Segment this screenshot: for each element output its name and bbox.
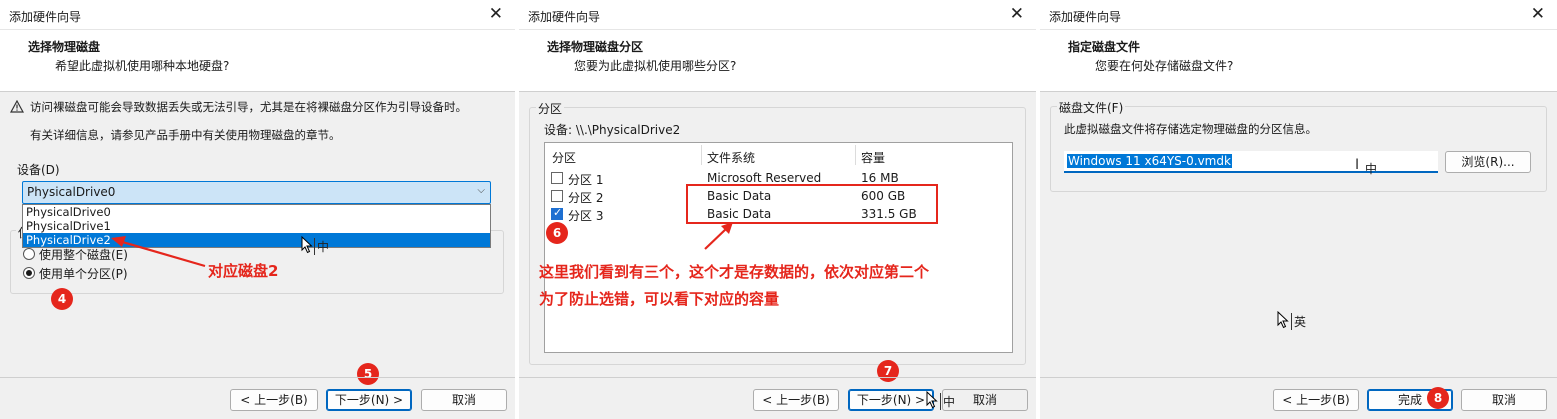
partition-name: 分区 1 (568, 173, 604, 187)
info-text: 有关详细信息，请参见产品手册中有关使用物理磁盘的章节。 (30, 128, 341, 142)
title-bar: 添加硬件向导 ✕ (519, 0, 1036, 30)
close-icon[interactable]: ✕ (489, 4, 503, 24)
footer-divider (0, 377, 515, 378)
column-header-partition[interactable]: 分区 (552, 149, 576, 166)
disk-file-groupbox (1050, 106, 1547, 192)
header-subtitle: 您要在何处存储磁盘文件? (1095, 59, 1234, 73)
mouse-cursor-icon (1277, 311, 1289, 329)
mouse-cursor-icon (926, 391, 938, 409)
mouse-cursor-icon (301, 236, 313, 254)
column-header-capacity[interactable]: 容量 (861, 149, 885, 166)
column-divider (855, 145, 856, 165)
step-badge-5: 5 (357, 363, 379, 385)
annotation-text: 对应磁盘2 (208, 262, 279, 280)
warning-text: 访问裸磁盘可能会导致数据丢失或无法引导，尤其是在将裸磁盘分区作为引导设备时。 (30, 100, 467, 114)
cancel-button[interactable]: 取消 (421, 389, 507, 411)
back-button[interactable]: < 上一步(B) (230, 389, 318, 411)
warning-icon (10, 100, 24, 113)
column-header-filesystem[interactable]: 文件系统 (707, 149, 755, 166)
window-title: 添加硬件向导 (1049, 10, 1122, 24)
chevron-down-icon: ⌵ (477, 185, 485, 196)
footer-divider (519, 377, 1036, 378)
device-select[interactable]: PhysicalDrive0 ⌵ (22, 181, 491, 204)
header-subtitle: 希望此虚拟机使用哪种本地硬盘? (55, 59, 230, 73)
partition-name: 分区 3 (568, 209, 604, 223)
wizard-header: 选择物理磁盘分区 您要为此虚拟机使用哪些分区? (519, 30, 1036, 92)
wizard-header: 指定磁盘文件 您要在何处存储磁盘文件? (1040, 30, 1557, 92)
partition-name: 分区 2 (568, 191, 604, 205)
disk-file-input-value: Windows 11 x64YS-0.vmdk (1067, 154, 1232, 168)
disk-file-description: 此虚拟磁盘文件将存储选定物理磁盘的分区信息。 (1064, 122, 1317, 136)
device-option[interactable]: PhysicalDrive0 (23, 205, 490, 219)
partition-fs: Microsoft Reserved (707, 171, 822, 185)
step-badge-7: 7 (877, 360, 899, 382)
device-option-selected[interactable]: PhysicalDrive2 (23, 233, 490, 247)
radio-whole-disk[interactable] (23, 248, 35, 260)
device-label: 设备(D) (17, 163, 60, 177)
column-divider (701, 145, 702, 165)
wizard-header: 选择物理磁盘 希望此虚拟机使用哪种本地硬盘? (0, 30, 515, 92)
header-title: 指定磁盘文件 (1068, 40, 1141, 54)
close-icon[interactable]: ✕ (1010, 4, 1024, 24)
window-title: 添加硬件向导 (9, 10, 82, 24)
close-icon[interactable]: ✕ (1531, 4, 1545, 24)
device-select-value: PhysicalDrive0 (27, 185, 116, 199)
header-subtitle: 您要为此虚拟机使用哪些分区? (574, 59, 737, 73)
back-button[interactable]: < 上一步(B) (1273, 389, 1359, 411)
annotation-arrow-icon (111, 236, 206, 268)
header-title: 选择物理磁盘分区 (547, 40, 644, 54)
wizard-window-disk-file: 添加硬件向导 ✕ 指定磁盘文件 您要在何处存储磁盘文件? 磁盘文件(F) 此虚拟… (1040, 0, 1557, 419)
wizard-window-physical-disk: 添加硬件向导 ✕ 选择物理磁盘 希望此虚拟机使用哪种本地硬盘? 访问裸磁盘可能会… (0, 0, 515, 419)
partition-checkbox[interactable] (551, 172, 563, 184)
disk-file-group-label: 磁盘文件(F) (1057, 99, 1126, 116)
radio-single-partition[interactable] (23, 267, 35, 279)
partition-group-label: 分区 (536, 100, 565, 117)
device-option[interactable]: PhysicalDrive1 (23, 219, 490, 233)
window-title: 添加硬件向导 (528, 10, 601, 24)
wizard-window-partition: 添加硬件向导 ✕ 选择物理磁盘分区 您要为此虚拟机使用哪些分区? 分区 设备: … (519, 0, 1036, 419)
annotation-text-line1: 这里我们看到有三个，这个才是存数据的，依次对应第二个 (539, 263, 930, 281)
ime-indicator: 中 (1365, 162, 1378, 176)
next-button[interactable]: 下一步(N) > (326, 389, 412, 411)
partition-size: 16 MB (861, 171, 899, 185)
partition-table: 分区 文件系统 容量 分区 1 Microsoft Reserved 16 MB… (544, 142, 1013, 353)
ime-indicator: 中 (314, 238, 329, 255)
ime-indicator-english: 英 (1291, 313, 1306, 330)
title-bar: 添加硬件向导 ✕ (1040, 0, 1557, 30)
cancel-button[interactable]: 取消 (1461, 389, 1547, 411)
annotation-text-line2: 为了防止选错，可以看下对应的容量 (539, 290, 780, 308)
step-badge-6: 6 (546, 222, 568, 244)
annotation-highlight-box (686, 184, 938, 224)
header-title: 选择物理磁盘 (28, 40, 101, 54)
back-button[interactable]: < 上一步(B) (753, 389, 839, 411)
table-header: 分区 文件系统 容量 (545, 143, 1012, 167)
footer-divider (1040, 377, 1557, 378)
step-badge-8: 8 (1427, 387, 1449, 409)
device-dropdown-list: PhysicalDrive0 PhysicalDrive1 PhysicalDr… (22, 204, 491, 248)
partition-checkbox[interactable] (551, 206, 563, 220)
device-path: 设备: \\.\PhysicalDrive2 (544, 123, 681, 137)
text-cursor-icon: I (1355, 157, 1360, 173)
partition-checkbox[interactable] (551, 190, 563, 202)
cancel-button[interactable]: 取消 (942, 389, 1028, 411)
next-button[interactable]: 下一步(N) > (848, 389, 934, 411)
title-bar: 添加硬件向导 ✕ (0, 0, 515, 30)
browse-button[interactable]: 浏览(R)... (1445, 151, 1531, 173)
step-badge-4: 4 (51, 288, 73, 310)
disk-file-input[interactable]: Windows 11 x64YS-0.vmdk (1064, 151, 1438, 173)
annotation-arrow-icon (704, 222, 733, 250)
